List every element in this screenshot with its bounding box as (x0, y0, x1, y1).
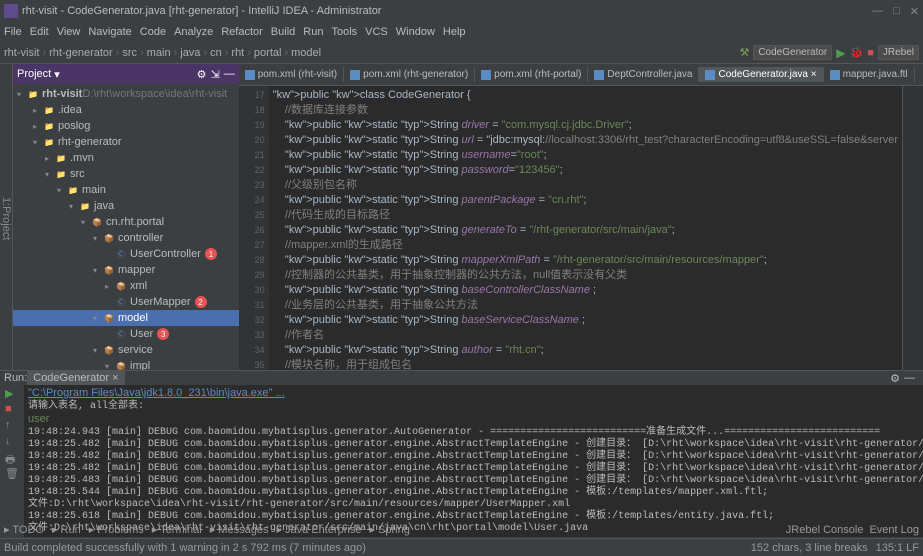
editor-tabs: pom.xml (rht-visit)pom.xml (rht-generato… (239, 64, 923, 86)
print-icon[interactable]: 🖶 (5, 451, 19, 465)
chevron-down-icon[interactable]: ▾ (54, 68, 60, 81)
tree-item[interactable]: ⒸUserMapper2 (13, 294, 239, 310)
gutter: 17 18 19 20 21 22 23 24 25 26 27 28 29 3… (239, 86, 269, 370)
bottom-tab[interactable]: ▸ Messages (210, 523, 269, 536)
jrebel-console-tab[interactable]: JRebel Console (786, 524, 864, 536)
status-pos: 135:1 LF (876, 542, 919, 554)
bottom-tab[interactable]: ▸ TODO (4, 523, 44, 536)
tree-root[interactable]: ▾📁rht-visit D:\rht\workspace\idea\rht-vi… (13, 86, 239, 102)
menu-tools[interactable]: Tools (331, 26, 357, 38)
run-button[interactable]: ▶ (836, 46, 845, 60)
tree-item[interactable]: ▾📁main (13, 182, 239, 198)
editor-tab[interactable]: DeptController.java (588, 67, 699, 82)
bottom-tab[interactable]: ▸ Terminal (152, 523, 202, 536)
minimize-icon[interactable]: — (872, 5, 883, 18)
tree-item[interactable]: ▾📁java (13, 198, 239, 214)
bottom-tab[interactable]: ▸ Spring (369, 523, 409, 536)
editor[interactable]: 17 18 19 20 21 22 23 24 25 26 27 28 29 3… (239, 86, 923, 370)
tree-item[interactable]: ▸📁.idea (13, 102, 239, 118)
close-icon[interactable]: ✕ (910, 5, 919, 18)
tree-item[interactable]: ▾📦mapper (13, 262, 239, 278)
project-panel: Project ▾ ⚙ ⇲ — ▾📁rht-visit D:\rht\works… (13, 64, 239, 370)
up-button[interactable]: ↑ (5, 419, 19, 433)
project-tree[interactable]: ▾📁rht-visit D:\rht\workspace\idea\rht-vi… (13, 84, 239, 370)
tree-item[interactable]: ▸📁.mvn (13, 150, 239, 166)
editor-tab[interactable]: CodeGenerator.java × (699, 67, 823, 82)
down-button[interactable]: ↓ (5, 435, 19, 449)
menu-file[interactable]: File (4, 26, 22, 38)
hammer-icon[interactable]: ⚒ (739, 46, 749, 59)
event-log-tab[interactable]: Event Log (869, 524, 919, 536)
minimap[interactable] (902, 86, 923, 370)
status-chars: 152 chars, 3 line breaks (751, 542, 868, 554)
menu-edit[interactable]: Edit (30, 26, 49, 38)
app-icon (4, 4, 18, 18)
menu-build[interactable]: Build (271, 26, 295, 38)
window-title: rht-visit - CodeGenerator.java [rht-gene… (22, 5, 381, 17)
tree-item[interactable]: ▾📁rht-generator (13, 134, 239, 150)
menu-refactor[interactable]: Refactor (221, 26, 263, 38)
menu-run[interactable]: Run (303, 26, 323, 38)
status-message: Build completed successfully with 1 warn… (4, 542, 366, 554)
tree-item[interactable]: ▸📁poslog (13, 118, 239, 134)
run-config-select[interactable]: CodeGenerator (753, 45, 832, 60)
menu-navigate[interactable]: Navigate (88, 26, 131, 38)
tree-item[interactable]: ▾📦service (13, 342, 239, 358)
trash-icon[interactable]: 🗑 (5, 467, 19, 481)
menu-analyze[interactable]: Analyze (174, 26, 213, 38)
tree-item[interactable]: ▸📦xml (13, 278, 239, 294)
code-area[interactable]: "kw">public "kw">class CodeGenerator { /… (269, 86, 902, 370)
project-tab-vertical[interactable]: 1:Project (0, 197, 12, 240)
debug-button[interactable]: 🐞 (850, 46, 864, 59)
run-controls: ▶ ■ ↑ ↓ 🖶 🗑 (0, 385, 24, 537)
gear-icon[interactable]: ⚙ (890, 372, 900, 385)
tree-item[interactable]: ⒸUserController1 (13, 246, 239, 262)
project-label: Project (17, 68, 51, 80)
menu-code[interactable]: Code (140, 26, 166, 38)
menu-help[interactable]: Help (443, 26, 466, 38)
menu-view[interactable]: View (57, 26, 81, 38)
status-bar: Build completed successfully with 1 warn… (0, 538, 923, 556)
menu-window[interactable]: Window (396, 26, 435, 38)
hide-icon[interactable]: — (904, 372, 915, 384)
breadcrumb[interactable]: rht-visit › rht-generator › src › main ›… (4, 47, 321, 59)
left-gutter: 1:Project (0, 64, 13, 370)
run-tab[interactable]: CodeGenerator × (27, 371, 124, 385)
stop-button[interactable]: ■ (867, 47, 874, 59)
maximize-icon[interactable]: □ (893, 5, 900, 18)
editor-tab[interactable]: pom.xml (rht-portal) (475, 67, 588, 82)
run-label: Run: (4, 372, 27, 384)
run-panel: Run: CodeGenerator × ⚙ — ▶ ■ ↑ ↓ 🖶 🗑 "C:… (0, 370, 923, 520)
tree-item[interactable]: ▾📦cn.rht.portal (13, 214, 239, 230)
tree-item[interactable]: ⒸUser3 (13, 326, 239, 342)
bottom-tab[interactable]: ▸ Java Enterprise (276, 523, 361, 536)
tree-item[interactable]: ▾📦impl (13, 358, 239, 370)
titlebar: rht-visit - CodeGenerator.java [rht-gene… (0, 0, 923, 22)
tree-item[interactable]: ▾📁src (13, 166, 239, 182)
project-header: Project ▾ ⚙ ⇲ — (13, 64, 239, 84)
tree-item[interactable]: ▾📦model (13, 310, 239, 326)
stop-button[interactable]: ■ (5, 403, 19, 417)
collapse-icon[interactable]: ⇲ (210, 68, 219, 81)
bottom-tab[interactable]: ▸ Run (52, 523, 81, 536)
menubar: File Edit View Navigate Code Analyze Refactor B… (0, 22, 923, 42)
editor-tab[interactable]: mapper.java.ftl (824, 67, 915, 82)
menu-vcs[interactable]: VCS (365, 26, 388, 38)
toolbar: rht-visit › rht-generator › src › main ›… (0, 42, 923, 64)
jrebel-select[interactable]: JRebel (878, 45, 919, 60)
console[interactable]: "C:\Program Files\Java\jdk1.8.0_231\bin\… (24, 385, 923, 537)
tree-item[interactable]: ▾📦controller (13, 230, 239, 246)
editor-tab[interactable]: pom.xml (rht-visit) (239, 67, 344, 82)
editor-tab[interactable]: pom.xml (rht-generator) (344, 67, 475, 82)
rerun-button[interactable]: ▶ (5, 387, 19, 401)
gear-icon[interactable]: ⚙ (197, 68, 207, 81)
hide-icon[interactable]: — (224, 68, 235, 80)
bottom-tab[interactable]: ▸ Problems (89, 523, 144, 536)
